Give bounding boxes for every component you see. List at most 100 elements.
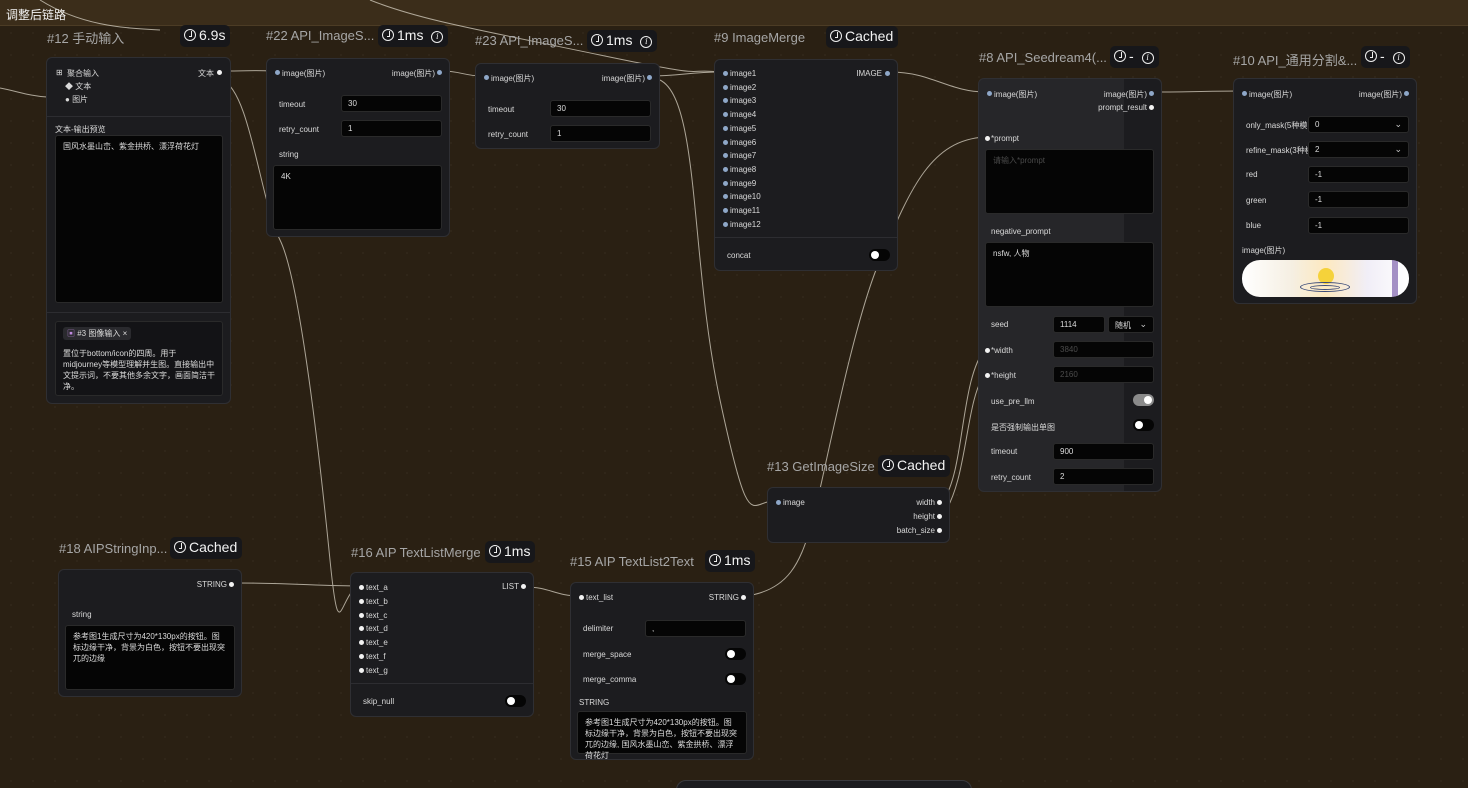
input-port[interactable] bbox=[723, 125, 728, 131]
timeout-input[interactable]: 900 bbox=[1053, 443, 1154, 460]
input-port[interactable] bbox=[359, 640, 364, 646]
height-input[interactable]: 2160 bbox=[1053, 366, 1154, 383]
red-input[interactable]: -1 bbox=[1308, 166, 1409, 183]
height-port[interactable] bbox=[985, 373, 990, 378]
timeout-input[interactable]: 30 bbox=[341, 95, 442, 112]
timeout-input[interactable]: 30 bbox=[550, 100, 651, 117]
instruction-box[interactable]: ▣ #3 图像输入 × 置位于bottom/icon的四周。用于midjourn… bbox=[55, 321, 223, 396]
concat-toggle[interactable] bbox=[869, 249, 890, 261]
string-textarea[interactable]: 4K bbox=[273, 165, 442, 230]
divider bbox=[715, 237, 897, 238]
info-icon[interactable]: i bbox=[431, 31, 444, 43]
input-port[interactable] bbox=[579, 595, 584, 600]
input-port[interactable] bbox=[359, 626, 364, 632]
timer-icon bbox=[382, 29, 394, 41]
width-input[interactable]: 3840 bbox=[1053, 341, 1154, 358]
prompt-port[interactable] bbox=[985, 136, 990, 141]
input-port[interactable] bbox=[723, 194, 728, 200]
image-input-tag[interactable]: ▣ #3 图像输入 × bbox=[63, 327, 132, 340]
option-text[interactable]: ◆ 文本 bbox=[65, 81, 91, 92]
output-port[interactable] bbox=[437, 70, 442, 75]
input-port[interactable] bbox=[484, 75, 489, 80]
info-icon[interactable]: i bbox=[640, 36, 653, 48]
input-port[interactable] bbox=[723, 180, 728, 186]
refine-select[interactable]: 2 ⌄ bbox=[1308, 141, 1409, 158]
blue-input[interactable]: -1 bbox=[1308, 217, 1409, 234]
node-8-timing-badge: -i bbox=[1110, 46, 1159, 68]
timer-icon bbox=[174, 541, 186, 553]
red-label: red bbox=[1246, 170, 1258, 179]
output-port[interactable] bbox=[647, 75, 652, 80]
output-image-port[interactable] bbox=[1149, 91, 1154, 96]
input-port[interactable] bbox=[723, 112, 728, 118]
refine-label: refine_mask(3种模 bbox=[1246, 146, 1313, 155]
retry-input[interactable]: 1 bbox=[341, 120, 442, 137]
merge-comma-toggle[interactable] bbox=[725, 673, 746, 685]
node-22-api-image[interactable]: image(图片) image(图片) timeout 30 retry_cou… bbox=[266, 58, 450, 237]
node-12-manual-input[interactable]: ⊞ 聚合输入 文本 ◆ 文本 ● 图片 文本-输出预览 国风水墨山峦、紫金拱桥、… bbox=[46, 57, 231, 404]
input-port[interactable] bbox=[723, 166, 728, 172]
input-port[interactable] bbox=[359, 654, 364, 659]
node-18-string-input[interactable]: STRING string 参考图1生成尺寸为420*130px的按钮。图标边缘… bbox=[58, 569, 242, 697]
chevron-down-icon: ⌄ bbox=[1394, 119, 1402, 129]
only-mask-select[interactable]: 0 ⌄ bbox=[1308, 116, 1409, 133]
seed-mode-select[interactable]: 随机 ⌄ bbox=[1108, 316, 1154, 333]
input-port[interactable] bbox=[987, 91, 992, 96]
input-port[interactable] bbox=[359, 598, 364, 604]
output-width-label: width bbox=[916, 498, 935, 507]
output-prompt-port[interactable] bbox=[1149, 105, 1154, 110]
divider bbox=[47, 312, 230, 313]
prompt-textarea[interactable]: 请输入*prompt bbox=[985, 149, 1154, 214]
output-height-port[interactable] bbox=[937, 514, 942, 519]
node-16-text-list-merge[interactable]: LIST text_a text_b text_c text_d text_e text_… bbox=[350, 572, 534, 717]
string-textarea[interactable]: 参考图1生成尺寸为420*130px的按钮。图标边缘干净，背景为白色，按钮不要出… bbox=[65, 625, 235, 690]
force-single-toggle[interactable] bbox=[1133, 419, 1154, 431]
retry-input[interactable]: 2 bbox=[1053, 468, 1154, 485]
output-port[interactable] bbox=[741, 595, 746, 600]
output-label: 文本 bbox=[198, 69, 214, 78]
seed-input[interactable]: 1114 bbox=[1053, 316, 1105, 333]
output-batch-size-port[interactable] bbox=[937, 528, 942, 533]
option-image[interactable]: ● 图片 bbox=[65, 94, 88, 105]
negative-prompt-textarea[interactable]: nsfw, 人物 bbox=[985, 242, 1154, 307]
delimiter-input[interactable]: , bbox=[645, 620, 746, 637]
input-port[interactable] bbox=[723, 208, 728, 213]
output-port[interactable] bbox=[1404, 91, 1409, 96]
input-port[interactable] bbox=[723, 84, 728, 90]
node-23-api-image[interactable]: image(图片) image(图片) timeout 30 retry_cou… bbox=[475, 63, 660, 149]
skip-null-toggle[interactable] bbox=[505, 695, 526, 707]
info-icon[interactable]: i bbox=[1392, 52, 1405, 64]
retry-input[interactable]: 1 bbox=[550, 125, 651, 142]
node-9-image-merge[interactable]: IMAGE image1 image2 image3 image4 image5 imag… bbox=[714, 59, 898, 271]
string-output-textarea[interactable]: 参考图1生成尺寸为420*130px的按钮。图标边缘干净，背景为白色，按钮不要出… bbox=[577, 711, 747, 760]
output-port[interactable] bbox=[217, 70, 222, 75]
input-port[interactable] bbox=[359, 612, 364, 618]
input-port[interactable] bbox=[723, 98, 728, 104]
node-10-segmentation[interactable]: image(图片) image(图片) only_mask(5种模 0 ⌄ ref… bbox=[1233, 78, 1417, 304]
width-port[interactable] bbox=[985, 348, 990, 353]
node-15-text-list-to-text[interactable]: text_list STRING delimiter , merge_space… bbox=[570, 582, 754, 760]
output-label: STRING bbox=[196, 580, 227, 589]
output-width-port[interactable] bbox=[937, 500, 942, 505]
input-port[interactable] bbox=[723, 221, 728, 227]
preview-textarea[interactable]: 国风水墨山峦、紫金拱桥、漂浮荷花灯 bbox=[55, 135, 223, 303]
input-port[interactable] bbox=[1242, 91, 1247, 96]
output-port[interactable] bbox=[521, 584, 526, 589]
input-port[interactable] bbox=[723, 139, 728, 145]
input-port[interactable] bbox=[776, 500, 781, 505]
input-port[interactable] bbox=[359, 667, 364, 673]
output-port[interactable] bbox=[229, 582, 234, 587]
green-input[interactable]: -1 bbox=[1308, 191, 1409, 208]
bottom-toolbar[interactable] bbox=[676, 780, 972, 788]
input-port[interactable] bbox=[723, 71, 728, 76]
merge-space-toggle[interactable] bbox=[725, 648, 746, 660]
node-13-get-image-size[interactable]: image width height batch_size bbox=[767, 487, 950, 543]
node-8-seedream[interactable]: image(图片) image(图片) prompt_result *promp… bbox=[978, 78, 1162, 492]
output-port[interactable] bbox=[885, 71, 890, 76]
use-pre-llm-toggle[interactable] bbox=[1133, 394, 1154, 406]
input-port[interactable] bbox=[275, 70, 280, 75]
input-port[interactable] bbox=[723, 153, 728, 159]
info-icon[interactable]: i bbox=[1141, 52, 1154, 64]
image-label: image(图片) bbox=[1242, 246, 1286, 255]
input-port[interactable] bbox=[359, 585, 364, 590]
